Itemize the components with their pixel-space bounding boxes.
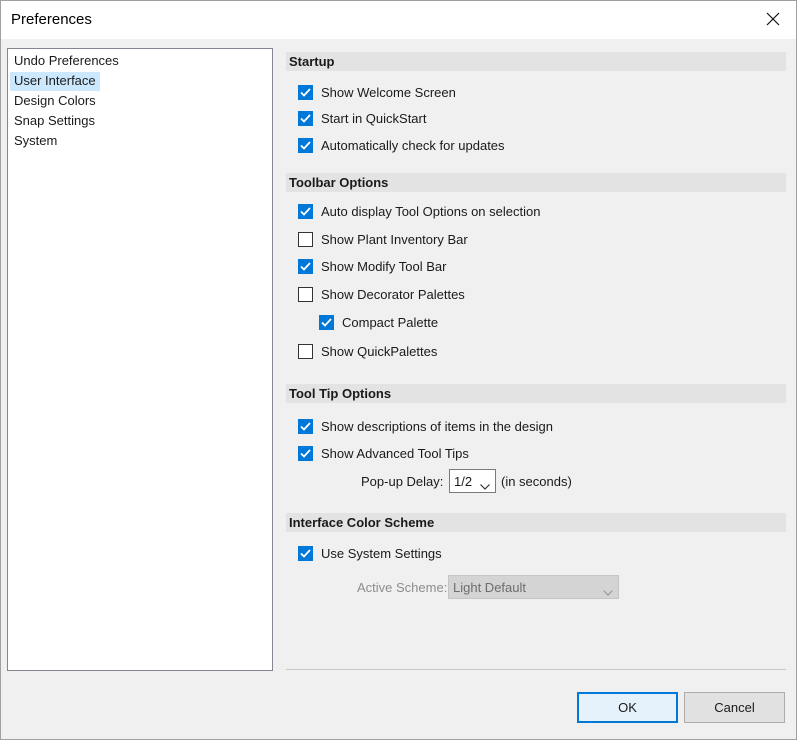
show-quickpalettes-checkbox[interactable]: Show QuickPalettes: [298, 342, 437, 360]
checkbox-box[interactable]: [298, 258, 313, 274]
show-plant-inventory-checkbox[interactable]: Show Plant Inventory Bar: [298, 230, 468, 248]
preferences-dialog: Preferences Undo Preferences User Interf…: [0, 0, 797, 740]
section-header-tool-tip-options: Tool Tip Options: [286, 384, 786, 403]
checkbox-label: Show Modify Tool Bar: [321, 258, 447, 274]
show-descriptions-checkbox[interactable]: Show descriptions of items in the design: [298, 417, 553, 435]
checkmark-icon: [300, 87, 311, 97]
checkbox-label: Automatically check for updates: [321, 137, 505, 153]
checkmark-icon: [321, 317, 332, 327]
use-system-settings-checkbox[interactable]: Use System Settings: [298, 544, 442, 562]
active-scheme-label: Active Scheme:: [357, 580, 448, 595]
show-modify-toolbar-checkbox[interactable]: Show Modify Tool Bar: [298, 257, 447, 275]
checkmark-icon: [300, 548, 311, 558]
checkbox-label: Show Advanced Tool Tips: [321, 445, 469, 461]
checkbox-label: Use System Settings: [321, 545, 442, 561]
checkbox-box[interactable]: [298, 203, 313, 219]
popup-delay-label: Pop-up Delay:: [361, 474, 444, 489]
check-updates-checkbox[interactable]: Automatically check for updates: [298, 136, 505, 154]
checkbox-box[interactable]: [298, 84, 313, 100]
checkbox-label: Compact Palette: [342, 314, 439, 330]
nav-item-system[interactable]: System: [10, 132, 61, 151]
divider: [286, 669, 786, 670]
nav-item-user-interface[interactable]: User Interface: [10, 72, 100, 91]
cancel-button[interactable]: Cancel: [684, 692, 785, 723]
start-quickstart-checkbox[interactable]: Start in QuickStart: [298, 109, 426, 127]
nav-item-undo-preferences[interactable]: Undo Preferences: [10, 52, 123, 71]
close-icon: [766, 12, 780, 29]
checkbox-box[interactable]: [298, 343, 313, 359]
checkbox-box[interactable]: [298, 545, 313, 561]
checkbox-box[interactable]: [298, 231, 313, 247]
checkbox-box[interactable]: [298, 286, 313, 302]
active-scheme-value: Light Default: [453, 579, 526, 595]
popup-delay-dropdown[interactable]: 1/2: [449, 469, 496, 493]
checkbox-label: Show Plant Inventory Bar: [321, 231, 468, 247]
checkmark-icon: [300, 421, 311, 431]
checkmark-icon: [300, 448, 311, 458]
popup-delay-unit: (in seconds): [501, 474, 572, 489]
auto-display-tool-options-checkbox[interactable]: Auto display Tool Options on selection: [298, 202, 540, 220]
section-header-interface-color-scheme: Interface Color Scheme: [286, 513, 786, 532]
compact-palette-checkbox[interactable]: Compact Palette: [319, 313, 438, 331]
checkbox-box[interactable]: [319, 314, 334, 330]
category-list[interactable]: Undo Preferences User Interface Design C…: [7, 48, 273, 671]
checkmark-icon: [300, 261, 311, 271]
checkbox-label: Show descriptions of items in the design: [321, 418, 553, 434]
checkbox-box[interactable]: [298, 418, 313, 434]
nav-item-snap-settings[interactable]: Snap Settings: [10, 112, 99, 131]
checkbox-label: Show QuickPalettes: [321, 343, 438, 359]
show-advanced-tooltips-checkbox[interactable]: Show Advanced Tool Tips: [298, 444, 469, 462]
show-decorator-palettes-checkbox[interactable]: Show Decorator Palettes: [298, 285, 465, 303]
ok-button[interactable]: OK: [577, 692, 678, 723]
checkbox-label: Auto display Tool Options on selection: [321, 203, 541, 219]
popup-delay-value: 1/2: [454, 473, 473, 489]
checkbox-box[interactable]: [298, 110, 313, 126]
checkmark-icon: [300, 206, 311, 216]
checkmark-icon: [300, 140, 311, 150]
active-scheme-dropdown: Light Default: [448, 575, 619, 599]
dialog-title: Preferences: [11, 11, 92, 28]
nav-item-design-colors[interactable]: Design Colors: [10, 92, 100, 111]
section-header-startup: Startup: [286, 52, 786, 71]
checkbox-label: Show Welcome Screen: [321, 84, 456, 100]
checkbox-label: Show Decorator Palettes: [321, 286, 465, 302]
title-bar: Preferences: [1, 1, 796, 39]
checkbox-label: Start in QuickStart: [321, 110, 427, 126]
checkbox-box[interactable]: [298, 445, 313, 461]
close-button[interactable]: [750, 1, 796, 39]
checkmark-icon: [300, 113, 311, 123]
chevron-down-icon: [603, 584, 613, 599]
chevron-down-icon: [480, 478, 490, 493]
checkbox-box[interactable]: [298, 137, 313, 153]
show-welcome-checkbox[interactable]: Show Welcome Screen: [298, 83, 456, 101]
section-header-toolbar-options: Toolbar Options: [286, 173, 786, 192]
